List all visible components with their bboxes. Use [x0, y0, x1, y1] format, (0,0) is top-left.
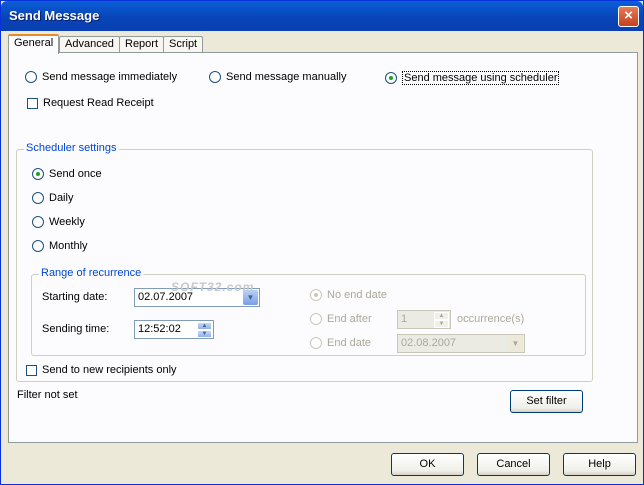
filter-status: Filter not set [17, 389, 78, 401]
radio-end-after-label: End after [327, 313, 372, 325]
request-read-receipt-checkbox[interactable]: Request Read Receipt [27, 97, 154, 109]
checkbox-box [26, 364, 37, 376]
chevron-down-icon[interactable]: ▼ [508, 336, 523, 351]
cancel-button[interactable]: Cancel [477, 453, 550, 476]
tab-advanced[interactable]: Advanced [59, 36, 120, 53]
tab-script[interactable]: Script [163, 36, 204, 53]
request-read-receipt-label: Request Read Receipt [43, 97, 154, 109]
sending-time-field[interactable]: 12:52:02 ▲ ▼ [134, 320, 214, 339]
radio-daily[interactable]: Daily [32, 192, 73, 204]
help-button[interactable]: Help [563, 453, 636, 476]
scheduler-settings-group: Scheduler settings Send once Daily Weekl… [16, 142, 593, 382]
end-date-picker[interactable]: 02.08.2007 ▼ [397, 334, 525, 353]
set-filter-button[interactable]: Set filter [510, 390, 583, 413]
ok-button[interactable]: OK [391, 453, 464, 476]
radio-monthly-label: Monthly [49, 240, 88, 252]
radio-daily-label: Daily [49, 192, 74, 204]
radio-circle-disabled-selected [310, 289, 322, 301]
end-date-value: 02.08.2007 [401, 337, 457, 349]
radio-send-scheduler-label: Send message using scheduler [402, 71, 560, 85]
radio-circle [209, 71, 221, 83]
radio-no-end-date[interactable]: No end date [310, 289, 387, 301]
checkbox-box [27, 97, 38, 109]
sending-time-label: Sending time: [42, 323, 110, 335]
radio-send-once[interactable]: Send once [32, 168, 102, 180]
radio-circle-disabled [310, 337, 322, 349]
help-label: Help [588, 458, 611, 470]
ok-label: OK [419, 458, 436, 470]
close-button[interactable]: × [618, 6, 639, 27]
radio-end-date[interactable]: End date [310, 337, 371, 349]
radio-send-immediately-label: Send message immediately [42, 71, 178, 83]
radio-send-once-label: Send once [49, 168, 102, 180]
tab-report[interactable]: Report [119, 36, 165, 53]
radio-circle [32, 192, 44, 204]
range-of-recurrence-label: Range of recurrence [39, 267, 144, 279]
occurrences-field[interactable]: 1 ▲ ▼ [397, 310, 451, 329]
radio-circle [32, 216, 44, 228]
radio-send-manually[interactable]: Send message manually [209, 71, 346, 83]
radio-send-scheduler[interactable]: Send message using scheduler [385, 71, 560, 85]
close-icon: × [624, 7, 633, 24]
radio-circle [32, 240, 44, 252]
radio-weekly-label: Weekly [49, 216, 85, 228]
occurrences-spinner[interactable]: ▲ ▼ [434, 312, 449, 328]
spin-down-icon[interactable]: ▼ [434, 320, 449, 328]
starting-date-label: Starting date: [42, 291, 108, 303]
spin-up-icon[interactable]: ▲ [434, 312, 449, 320]
occurrences-label: occurrence(s) [457, 313, 525, 325]
sending-time-value: 12:52:02 [138, 323, 181, 335]
radio-monthly[interactable]: Monthly [32, 240, 88, 252]
time-spinner[interactable]: ▲ ▼ [197, 322, 212, 338]
radio-send-immediately[interactable]: Send message immediately [25, 71, 177, 83]
range-of-recurrence-group: Range of recurrence Starting date: 02.07… [31, 267, 586, 356]
radio-circle [25, 71, 37, 83]
radio-circle-selected [32, 168, 44, 180]
send-message-dialog: Send Message × General Advanced Report S… [0, 0, 644, 485]
radio-no-end-date-label: No end date [327, 289, 387, 301]
new-recipients-only-label: Send to new recipients only [42, 364, 177, 376]
radio-send-manually-label: Send message manually [226, 71, 347, 83]
tab-general[interactable]: General [8, 34, 60, 54]
radio-end-after[interactable]: End after [310, 313, 372, 325]
general-tab-panel: Send message immediately Send message ma… [8, 52, 638, 443]
spin-up-icon[interactable]: ▲ [197, 322, 212, 330]
radio-circle-disabled [310, 313, 322, 325]
title-bar[interactable]: Send Message × [1, 1, 643, 31]
cancel-label: Cancel [496, 458, 531, 470]
new-recipients-only-checkbox[interactable]: Send to new recipients only [26, 364, 177, 376]
radio-weekly[interactable]: Weekly [32, 216, 85, 228]
occurrences-value: 1 [401, 313, 408, 325]
scheduler-settings-label: Scheduler settings [24, 142, 119, 154]
spin-down-icon[interactable]: ▼ [197, 330, 212, 338]
window-title: Send Message [9, 8, 100, 23]
radio-end-date-label: End date [327, 337, 372, 349]
watermark: SOFT32.com [171, 280, 255, 294]
set-filter-label: Set filter [526, 395, 567, 407]
radio-circle-selected [385, 72, 397, 84]
